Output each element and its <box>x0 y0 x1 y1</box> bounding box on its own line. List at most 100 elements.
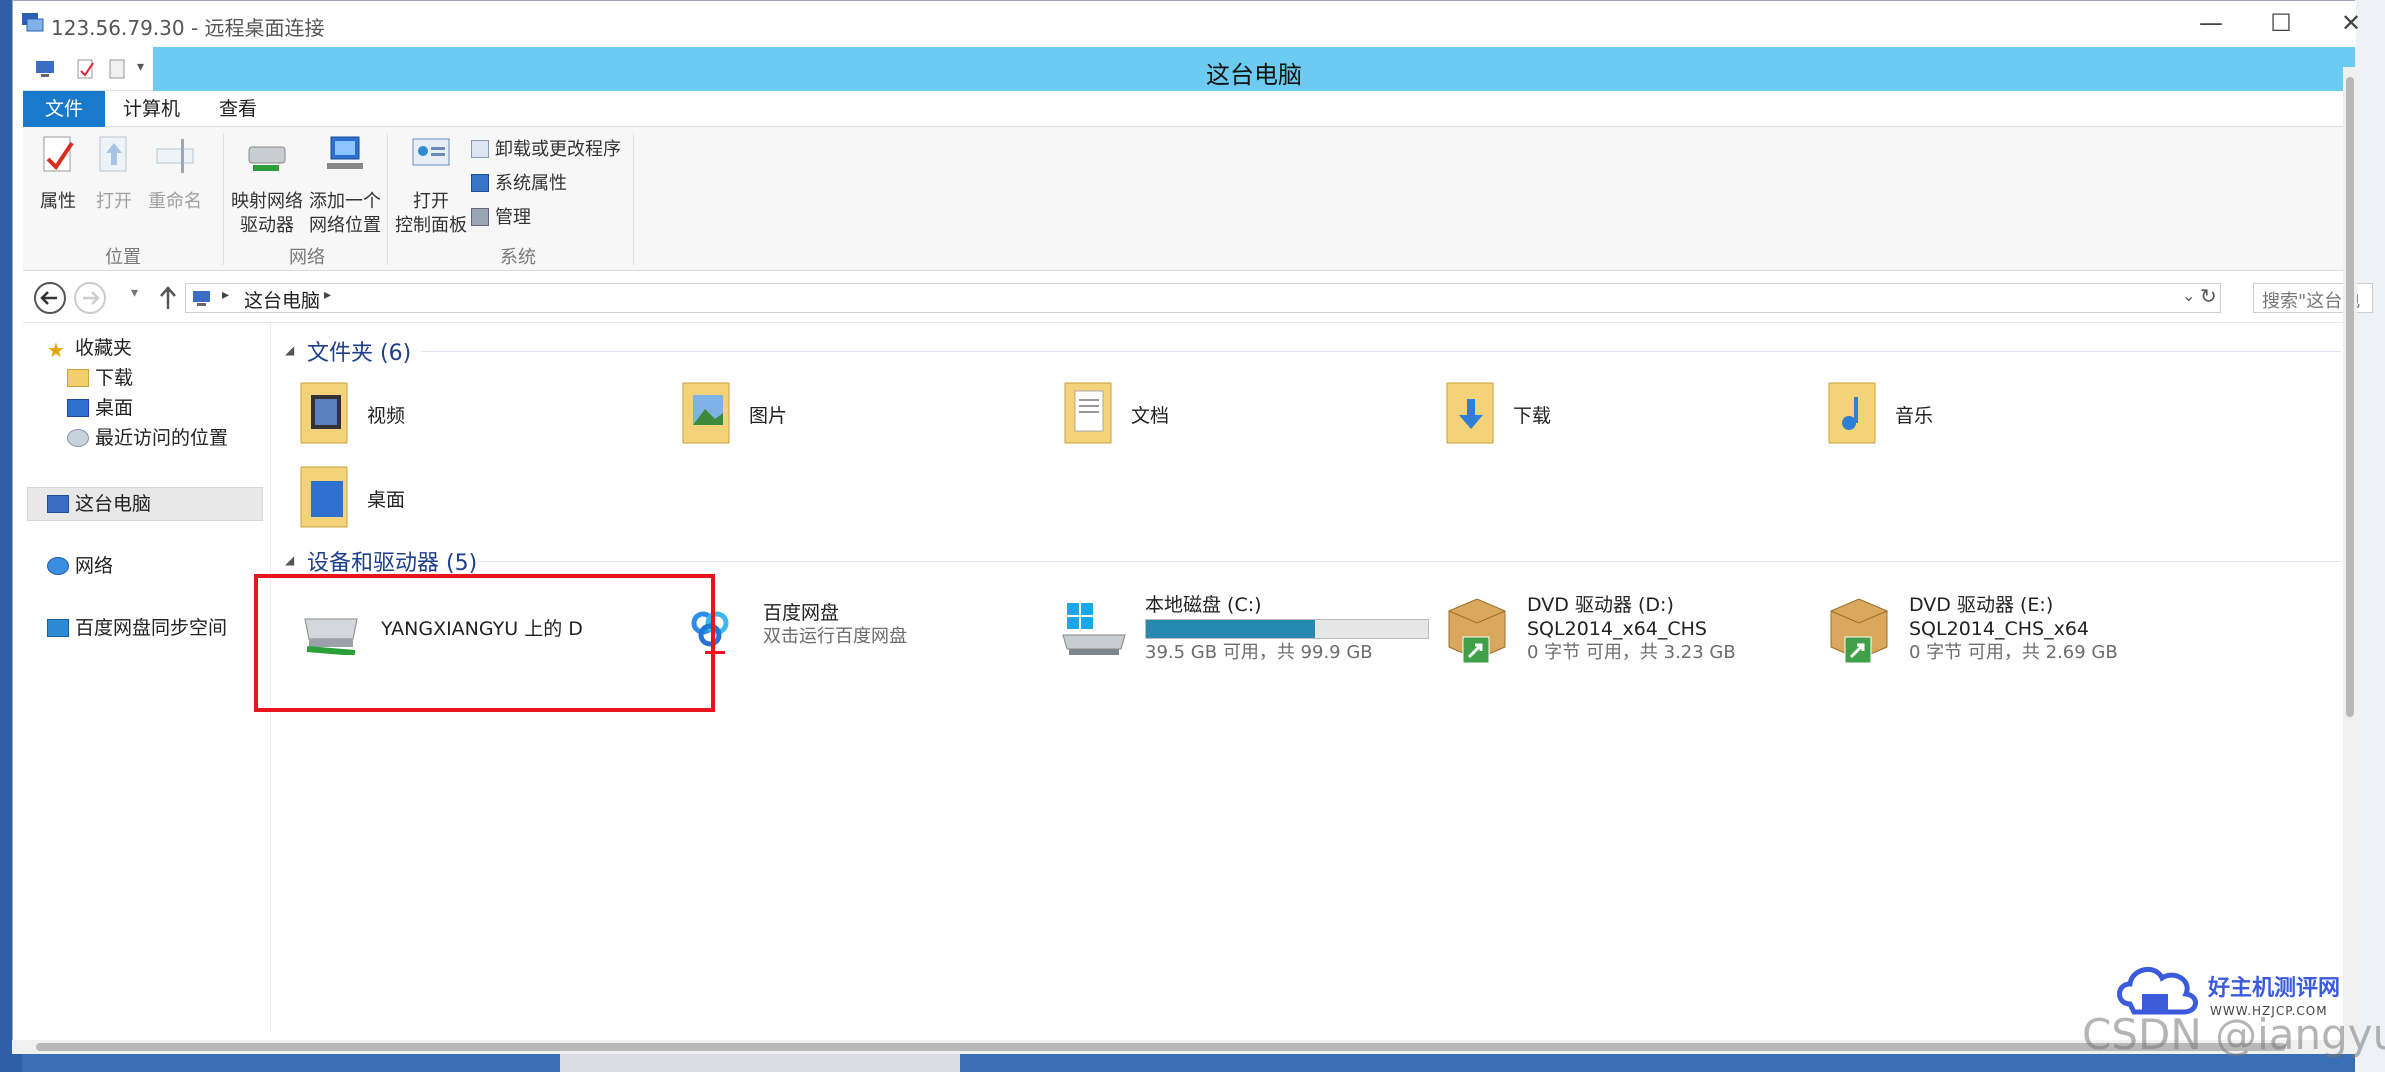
explorer-title-bar: 这台电脑 <box>153 47 2355 91</box>
device-item[interactable]: 本地磁盘 (C:) 39.5 GB 可用，共 99.9 GB <box>1059 585 1439 675</box>
pictures-folder-icon <box>682 382 730 444</box>
folder-item[interactable]: 文档 <box>1059 373 1439 457</box>
properties-label: 属性 <box>40 191 76 212</box>
properties-button[interactable]: 属性 <box>31 133 85 214</box>
collapse-folders-icon[interactable]: ◢ <box>285 343 294 357</box>
horizontal-scroll-thumb[interactable] <box>36 1043 2286 1051</box>
local-disk-icon <box>1062 603 1126 655</box>
folder-name: 下载 <box>1513 405 1552 427</box>
music-folder-icon <box>1828 382 1876 444</box>
highlight-box <box>254 574 715 712</box>
sidebar-item-this-pc[interactable]: 这台电脑 <box>47 489 151 519</box>
open-label: 打开 <box>96 191 132 212</box>
minimize-button[interactable]: — <box>2191 9 2231 37</box>
uninstall-program-button[interactable]: 卸载或更改程序 <box>471 139 621 161</box>
device-capacity: 0 字节 可用，共 2.69 GB <box>1909 642 2118 663</box>
sidebar-item-desktop[interactable]: 桌面 <box>67 393 133 423</box>
maximize-button[interactable]: ☐ <box>2261 9 2301 37</box>
folder-name: 音乐 <box>1895 405 1934 427</box>
network-drive-icon <box>248 146 286 171</box>
control-panel-label-2: 控制面板 <box>395 215 467 236</box>
sidebar-item-downloads[interactable]: 下载 <box>67 363 133 393</box>
recent-locations-dropdown-icon[interactable]: ▾ <box>131 285 138 301</box>
tab-computer[interactable]: 计算机 <box>105 91 198 127</box>
breadcrumb-this-pc[interactable]: 这台电脑 <box>244 286 320 313</box>
ribbon-separator <box>387 133 388 265</box>
navigation-pane: ★ 收藏夹 下载 桌面 最近访问的位置 这台电脑 网络 百度网盘同步空间 <box>23 323 271 1033</box>
disk-usage-fill <box>1146 620 1316 638</box>
open-control-panel-button[interactable]: 打开 控制面板 <box>393 133 469 238</box>
vertical-scrollbar[interactable] <box>2343 67 2357 1047</box>
ribbon-tabs: 文件 计算机 查看 <box>23 91 2355 127</box>
properties-qat-icon[interactable] <box>75 57 97 81</box>
sidebar-item-baidu-sync[interactable]: 百度网盘同步空间 <box>47 613 227 643</box>
remote-desktop-window: 123.56.79.30 - 远程桌面连接 — ☐ ✕ ▾ 这台电脑 文件 计算… <box>12 0 2373 1052</box>
volume-label: SQL2014_CHS_x64 <box>1909 618 2089 640</box>
manage-label: 管理 <box>495 207 531 228</box>
sidebar-label: 桌面 <box>95 397 134 419</box>
explorer-title: 这台电脑 <box>1206 61 1302 89</box>
folder-name: 图片 <box>749 405 788 427</box>
rename-button[interactable]: 重命名 <box>143 133 207 214</box>
system-properties-button[interactable]: 系统属性 <box>471 173 567 195</box>
add-network-location-button[interactable]: 添加一个 网络位置 <box>307 133 383 238</box>
watermark-site: 好主机测评网 <box>2208 976 2341 1001</box>
map-network-drive-button[interactable]: 映射网络 驱动器 <box>229 133 305 238</box>
address-bar[interactable]: ▸ 这台电脑 ▸ ⌄ ↻ <box>185 283 2221 313</box>
rdp-title: 123.56.79.30 - 远程桌面连接 <box>51 16 325 40</box>
tab-file[interactable]: 文件 <box>23 91 105 127</box>
folder-item[interactable]: 音乐 <box>1823 373 2203 457</box>
forward-arrow-icon[interactable] <box>73 281 107 315</box>
open-icon <box>99 136 127 172</box>
device-name: DVD 驱动器 (E:) <box>1909 594 2054 616</box>
sidebar-item-favorites[interactable]: ★ 收藏夹 <box>47 333 132 363</box>
manage-button[interactable]: 管理 <box>471 207 531 229</box>
folder-item[interactable]: 下载 <box>1441 373 1821 457</box>
sidebar-label: 收藏夹 <box>75 337 133 359</box>
downloads-folder-icon <box>67 369 89 387</box>
navigation-bar: ▾ ▸ 这台电脑 ▸ ⌄ ↻ 搜索"这台电 <box>23 271 2373 323</box>
horizontal-scrollbar[interactable] <box>12 1040 2355 1054</box>
up-arrow-icon[interactable] <box>157 283 179 313</box>
map-drive-label-2: 驱动器 <box>240 215 294 236</box>
open-button[interactable]: 打开 <box>87 133 141 214</box>
breadcrumb-chevron-icon[interactable]: ▸ <box>324 287 331 303</box>
device-item[interactable]: DVD 驱动器 (E:) SQL2014_CHS_x64 0 字节 可用，共 2… <box>1823 585 2203 675</box>
folder-item[interactable]: 桌面 <box>295 457 675 541</box>
sidebar-label: 这台电脑 <box>75 493 152 515</box>
section-divider <box>477 561 2341 562</box>
folder-item[interactable]: 图片 <box>677 373 1057 457</box>
breadcrumb-chevron-icon[interactable]: ▸ <box>222 287 229 303</box>
back-arrow-icon[interactable] <box>33 281 67 315</box>
sidebar-item-recent[interactable]: 最近访问的位置 <box>67 423 228 453</box>
device-item[interactable]: 百度网盘 双击运行百度网盘 <box>677 585 1057 675</box>
folder-name: 桌面 <box>367 489 406 511</box>
close-button[interactable]: ✕ <box>2331 9 2371 37</box>
collapse-devices-icon[interactable]: ◢ <box>285 553 294 567</box>
ribbon: 属性 打开 重命名 位置 映射网络 驱动器 添加一个 网络位置 网络 打开 控制… <box>23 127 2355 271</box>
recent-places-icon <box>67 429 89 447</box>
folder-item[interactable]: 视频 <box>295 373 675 457</box>
sidebar-item-network[interactable]: 网络 <box>47 551 113 581</box>
devices-section-header[interactable]: 设备和驱动器 (5) <box>307 545 477 577</box>
group-system-label: 系统 <box>500 247 536 268</box>
device-item[interactable]: DVD 驱动器 (D:) SQL2014_x64_CHS 0 字节 可用，共 3… <box>1441 585 1821 675</box>
folders-section-header[interactable]: 文件夹 (6) <box>307 335 411 367</box>
computer-icon[interactable] <box>35 59 55 79</box>
sidebar-label: 百度网盘同步空间 <box>75 617 228 639</box>
uninstall-icon <box>471 140 489 158</box>
device-name: 百度网盘 <box>763 602 840 624</box>
refresh-icon[interactable]: ↻ <box>2200 284 2217 308</box>
dvd-package-icon <box>1448 598 1506 664</box>
qat-dropdown-icon[interactable]: ▾ <box>137 59 144 75</box>
tab-view[interactable]: 查看 <box>201 91 275 127</box>
new-folder-qat-icon[interactable] <box>107 57 129 81</box>
dvd-package-icon <box>1830 598 1888 664</box>
desktop-folder-icon <box>300 466 348 528</box>
network-location-icon <box>327 136 363 169</box>
map-drive-label-1: 映射网络 <box>231 191 303 212</box>
rdp-title-bar[interactable]: 123.56.79.30 - 远程桌面连接 — ☐ ✕ <box>13 1 2361 47</box>
volume-label: SQL2014_x64_CHS <box>1527 618 1707 640</box>
vertical-scroll-thumb[interactable] <box>2346 77 2354 717</box>
address-dropdown-icon[interactable]: ⌄ <box>2182 286 2195 305</box>
